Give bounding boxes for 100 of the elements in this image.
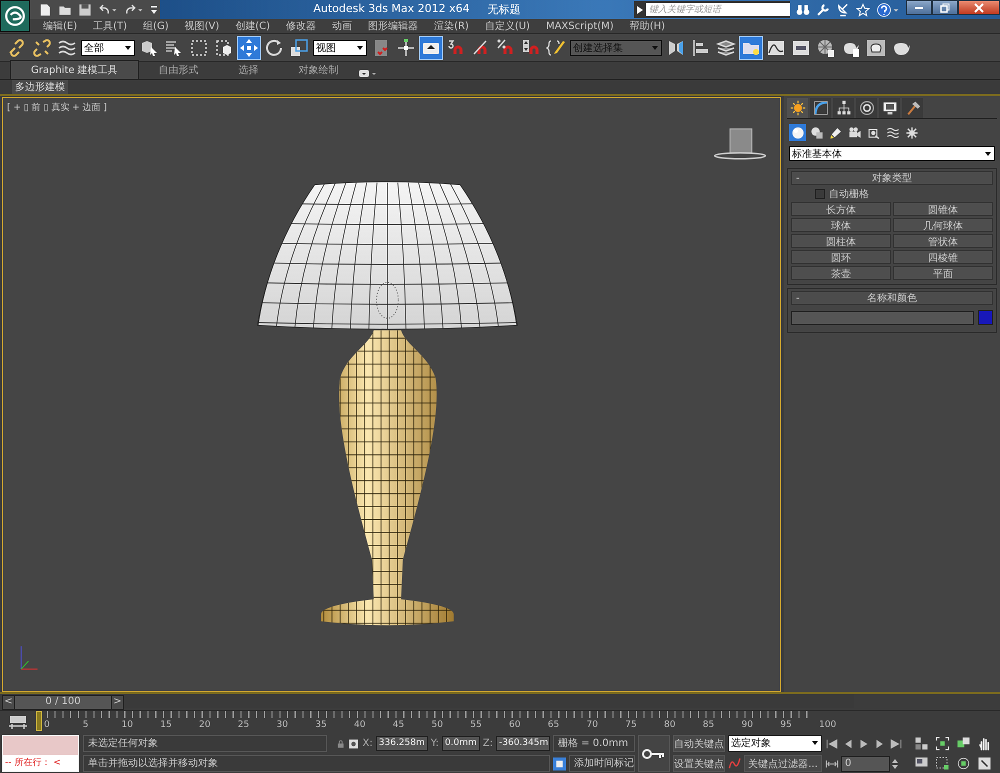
- menu-item[interactable]: 编辑(E): [40, 19, 82, 33]
- frame-number: 35: [314, 720, 327, 730]
- autogrid-checkbox[interactable]: 自动栅格: [791, 187, 993, 200]
- sphere-icon: [790, 126, 804, 140]
- menu-item[interactable]: 动画: [329, 19, 356, 33]
- object-type-button[interactable]: 圆环: [791, 250, 891, 264]
- app-menu-button[interactable]: [0, 0, 30, 32]
- rollout-header[interactable]: - 对象类型: [791, 171, 993, 186]
- ribbon-options-icon[interactable]: [358, 69, 377, 80]
- save-icon[interactable]: [78, 2, 92, 16]
- object-type-button[interactable]: 长方体: [791, 202, 891, 216]
- broken-chain-icon: [32, 38, 52, 58]
- time-tag-field[interactable]: 添加时间标记: [569, 755, 635, 772]
- menu-item[interactable]: 修改器: [283, 19, 320, 33]
- toolbar-dropdown[interactable]: 视图: [313, 40, 367, 56]
- ribbon-panel-tab[interactable]: 多边形建模: [12, 80, 68, 94]
- menu-item[interactable]: 帮助(H): [626, 19, 670, 33]
- search-field[interactable]: 键入关键字或短语: [646, 3, 790, 16]
- spinner-icon[interactable]: [892, 756, 898, 770]
- object-type-button[interactable]: 管状体: [893, 234, 993, 248]
- category-button[interactable]: [789, 124, 806, 142]
- panel-tab[interactable]: [856, 98, 877, 118]
- view-cube-icon[interactable]: [714, 128, 766, 160]
- object-type-button[interactable]: 平面: [893, 266, 993, 280]
- menu-item[interactable]: 自定义(U): [482, 19, 534, 33]
- panel-tab[interactable]: [902, 98, 923, 118]
- gear-icon: [904, 126, 918, 140]
- panel-tab[interactable]: [833, 98, 854, 118]
- maximize-icon[interactable]: [977, 756, 992, 771]
- tool-button[interactable]: [288, 36, 310, 59]
- checker-sphere-icon: [816, 38, 836, 58]
- frame-field[interactable]: 0: [841, 756, 890, 772]
- app-logo-icon: [4, 5, 26, 27]
- key-mode-icon[interactable]: [825, 758, 839, 768]
- viewport[interactable]: [ + ▯ 前 ▯ 真实 + 边面 ]: [2, 97, 781, 692]
- object-category-dropdown[interactable]: 标准基本体: [789, 146, 995, 162]
- panel-tab[interactable]: [879, 98, 900, 118]
- redo-icon[interactable]: [124, 2, 144, 16]
- viewports-icon[interactable]: [914, 736, 929, 751]
- curve-icon[interactable]: [728, 756, 742, 770]
- menu-item[interactable]: 视图(V): [182, 19, 224, 33]
- key-filters-button[interactable]: 关键点过滤器...: [744, 755, 822, 772]
- coordinate-field[interactable]: 0.0mm: [442, 736, 480, 751]
- time-slider-thumb[interactable]: < 0 / 100 >: [2, 695, 124, 710]
- undo-icon[interactable]: [98, 2, 118, 16]
- go-to-end-icon[interactable]: [889, 736, 903, 750]
- toolbar-dropdown[interactable]: 全部: [81, 40, 135, 56]
- help-icon[interactable]: [876, 2, 900, 18]
- color-swatch[interactable]: [978, 310, 993, 326]
- object-name-field[interactable]: [791, 310, 974, 325]
- key-target-dropdown[interactable]: 选定对象: [728, 735, 822, 752]
- coordinate-field[interactable]: -360.345m: [496, 736, 550, 751]
- coordinate-field[interactable]: 336.258m: [376, 736, 428, 751]
- object-type-button[interactable]: 茶壶: [791, 266, 891, 280]
- region-icon[interactable]: [935, 756, 950, 771]
- menu-item[interactable]: 创建(C): [232, 19, 274, 33]
- restore-icon: [940, 2, 950, 12]
- close-button[interactable]: [958, 0, 1000, 15]
- ribbon-tab[interactable]: 选择: [218, 61, 279, 80]
- set-key-mode-button[interactable]: [638, 735, 670, 772]
- curve-editor-icon[interactable]: [7, 715, 29, 731]
- frame-number: 5: [82, 720, 88, 730]
- panel-tab[interactable]: [810, 98, 831, 118]
- restore-button[interactable]: [932, 0, 958, 15]
- panel-tab[interactable]: [787, 98, 808, 118]
- menu-item[interactable]: 渲染(R): [431, 19, 473, 33]
- ribbon-tab[interactable]: Graphite 建模工具: [10, 60, 139, 80]
- menu-item[interactable]: 工具(T): [90, 19, 132, 33]
- ribbon-tab[interactable]: 自由形式: [138, 61, 219, 80]
- object-type-button[interactable]: 四棱锥: [893, 250, 993, 264]
- tool-button[interactable]: [395, 36, 417, 59]
- cube-toggle-icon[interactable]: [553, 756, 566, 772]
- zoom-extents-icon[interactable]: [935, 736, 950, 751]
- object-type-button[interactable]: 几何球体: [893, 218, 993, 232]
- frame-number: 100: [818, 720, 836, 730]
- go-to-start-icon[interactable]: [825, 736, 839, 750]
- rollout-header[interactable]: - 名称和颜色: [791, 291, 993, 306]
- orbit-icon[interactable]: [956, 756, 971, 771]
- new-file-icon[interactable]: [38, 2, 52, 16]
- binoculars-icon[interactable]: [796, 2, 810, 16]
- wrench-icon[interactable]: [816, 2, 830, 16]
- script-listener-field[interactable]: [3, 736, 78, 755]
- auto-key-button[interactable]: 自动关键点: [673, 735, 725, 752]
- star-icon[interactable]: [856, 2, 870, 16]
- menu-item[interactable]: 图形编辑器: [365, 19, 422, 33]
- transform-mode-icon[interactable]: [348, 736, 360, 750]
- set-key-button[interactable]: 设置关键点: [673, 755, 725, 772]
- object-type-button[interactable]: 圆柱体: [791, 234, 891, 248]
- hand-icon[interactable]: [977, 736, 992, 751]
- expand-arrow-icon[interactable]: [637, 6, 643, 14]
- shapes-icon: [810, 126, 824, 140]
- object-type-button[interactable]: 球体: [791, 218, 891, 232]
- viewport-label[interactable]: [ + ▯ 前 ▯ 真实 + 边面 ]: [7, 101, 107, 114]
- object-type-button[interactable]: 圆锥体: [893, 202, 993, 216]
- ribbon-tab[interactable]: 对象绘制: [278, 61, 359, 80]
- minimize-button[interactable]: [906, 0, 932, 15]
- menu-item[interactable]: MAXScript(M): [542, 20, 618, 32]
- menu-item[interactable]: 组(G): [140, 19, 173, 33]
- hammer-icon: [904, 100, 920, 116]
- script-listener-output[interactable]: -- 所在行： <: [3, 755, 78, 771]
